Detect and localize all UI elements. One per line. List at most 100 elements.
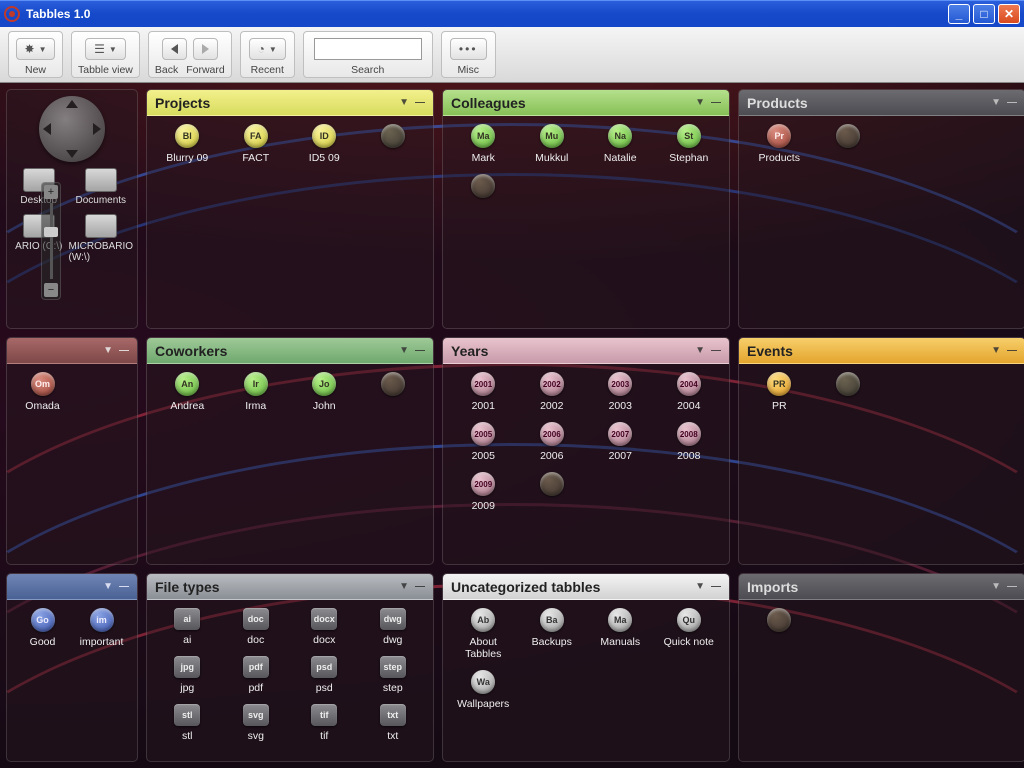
window-close-button[interactable]: ✕ bbox=[998, 4, 1020, 24]
tabble-add[interactable] bbox=[816, 124, 881, 164]
new-button[interactable]: ✸▼ bbox=[16, 38, 56, 60]
panel-header[interactable]: Events ▼ — bbox=[739, 338, 1024, 364]
tabble-item[interactable]: imimportant bbox=[74, 608, 129, 648]
tabble-item[interactable]: StStephan bbox=[657, 124, 722, 164]
tabble-item[interactable]: dwgdwg bbox=[361, 608, 426, 646]
zoom-slider[interactable]: + − bbox=[41, 182, 61, 300]
tabble-item[interactable]: PrProducts bbox=[747, 124, 812, 164]
tabble-item[interactable]: stlstl bbox=[155, 704, 220, 742]
back-button[interactable] bbox=[162, 38, 187, 60]
panel-header[interactable]: Years ▼ — bbox=[443, 338, 729, 364]
panel-header[interactable]: . ▼ — bbox=[7, 574, 137, 600]
panel-collapse-icon[interactable]: — bbox=[119, 581, 129, 592]
drive-w[interactable]: MICROBARIO (W:\) bbox=[69, 214, 133, 263]
panel-products: Products ▼ — PrProducts bbox=[738, 89, 1024, 329]
tabble-item[interactable]: 20012001 bbox=[451, 372, 516, 412]
zoom-out-button[interactable]: − bbox=[44, 283, 58, 297]
tabble-item[interactable]: aiai bbox=[155, 608, 220, 646]
tabble-item[interactable]: txttxt bbox=[361, 704, 426, 742]
panel-header[interactable]: . ▼ — bbox=[7, 338, 137, 364]
panel-menu-icon[interactable]: ▼ bbox=[399, 345, 409, 356]
panel-header[interactable]: Products ▼ — bbox=[739, 90, 1024, 116]
panel-menu-icon[interactable]: ▼ bbox=[103, 345, 113, 356]
tabble-item[interactable]: 20022002 bbox=[520, 372, 585, 412]
tabble-item[interactable]: docdoc bbox=[224, 608, 289, 646]
panel-menu-icon[interactable]: ▼ bbox=[991, 345, 1001, 356]
forward-button[interactable] bbox=[193, 38, 218, 60]
recent-button[interactable]: ◔▼ bbox=[249, 38, 286, 60]
zoom-in-button[interactable]: + bbox=[44, 185, 58, 199]
tabble-item[interactable]: stepstep bbox=[361, 656, 426, 694]
panel-collapse-icon[interactable]: — bbox=[711, 345, 721, 356]
panel-header[interactable]: Coworkers ▼ — bbox=[147, 338, 433, 364]
tabble-item[interactable]: OmOmada bbox=[15, 372, 70, 412]
toolbar-group-new: ✸▼ New bbox=[8, 31, 63, 78]
tabble-add[interactable] bbox=[361, 124, 426, 164]
tabble-item[interactable]: 20032003 bbox=[588, 372, 653, 412]
tabble-item[interactable]: MuMukkul bbox=[520, 124, 585, 164]
misc-button[interactable] bbox=[450, 38, 487, 60]
tabble-item[interactable]: GoGood bbox=[15, 608, 70, 648]
tabble-item[interactable]: psdpsd bbox=[292, 656, 357, 694]
tabble-view-button[interactable]: ☰▼ bbox=[85, 38, 126, 60]
panel-menu-icon[interactable]: ▼ bbox=[695, 345, 705, 356]
tabble-add[interactable] bbox=[816, 372, 881, 412]
tabble-item[interactable]: PRPR bbox=[747, 372, 812, 412]
panel-collapse-icon[interactable]: — bbox=[415, 581, 425, 592]
tabble-item[interactable]: svgsvg bbox=[224, 704, 289, 742]
panel-collapse-icon[interactable]: — bbox=[711, 97, 721, 108]
window-maximize-button[interactable]: □ bbox=[973, 4, 995, 24]
tabble-item[interactable]: 20062006 bbox=[520, 422, 585, 462]
panel-collapse-icon[interactable]: — bbox=[1007, 97, 1017, 108]
zoom-thumb[interactable] bbox=[44, 227, 58, 237]
tabble-item[interactable]: MaMark bbox=[451, 124, 516, 164]
panel-collapse-icon[interactable]: — bbox=[415, 97, 425, 108]
tabble-add[interactable] bbox=[451, 174, 516, 198]
panel-menu-icon[interactable]: ▼ bbox=[103, 581, 113, 592]
tabble-item[interactable]: NaNatalie bbox=[588, 124, 653, 164]
tabble-item[interactable]: WaWallpapers bbox=[451, 670, 516, 710]
panel-collapse-icon[interactable]: — bbox=[711, 581, 721, 592]
tabble-item[interactable]: IDID5 09 bbox=[292, 124, 357, 164]
panel-collapse-icon[interactable]: — bbox=[1007, 345, 1017, 356]
panel-header[interactable]: Projects ▼ — bbox=[147, 90, 433, 116]
tabble-add[interactable] bbox=[361, 372, 426, 412]
tabble-item[interactable]: JoJohn bbox=[292, 372, 357, 412]
tabble-add[interactable] bbox=[747, 608, 812, 632]
tabble-item[interactable]: AbAbout Tabbles bbox=[451, 608, 516, 660]
panel-collapse-icon[interactable]: — bbox=[119, 345, 129, 356]
drive-documents[interactable]: Documents bbox=[69, 168, 133, 206]
panel-menu-icon[interactable]: ▼ bbox=[991, 97, 1001, 108]
tabble-item[interactable]: 20072007 bbox=[588, 422, 653, 462]
tabble-item[interactable]: 20052005 bbox=[451, 422, 516, 462]
panel-collapse-icon[interactable]: — bbox=[1007, 581, 1017, 592]
tabble-item[interactable]: 20082008 bbox=[657, 422, 722, 462]
tabble-item[interactable]: pdfpdf bbox=[224, 656, 289, 694]
tabble-item[interactable]: tiftif bbox=[292, 704, 357, 742]
tabble-item[interactable]: 20092009 bbox=[451, 472, 516, 512]
tabble-item[interactable]: BaBackups bbox=[520, 608, 585, 660]
tabble-item[interactable]: FAFACT bbox=[224, 124, 289, 164]
tabble-item[interactable]: BlBlurry 09 bbox=[155, 124, 220, 164]
navigator-compass[interactable] bbox=[39, 96, 105, 162]
panel-header[interactable]: File types ▼ — bbox=[147, 574, 433, 600]
panel-menu-icon[interactable]: ▼ bbox=[991, 581, 1001, 592]
panel-header[interactable]: Colleagues ▼ — bbox=[443, 90, 729, 116]
tabble-item[interactable]: AnAndrea bbox=[155, 372, 220, 412]
tabble-item[interactable]: QuQuick note bbox=[657, 608, 722, 660]
panel-menu-icon[interactable]: ▼ bbox=[695, 581, 705, 592]
tabble-item[interactable]: IrIrma bbox=[224, 372, 289, 412]
search-input[interactable] bbox=[314, 38, 422, 60]
panel-menu-icon[interactable]: ▼ bbox=[399, 97, 409, 108]
tabble-add[interactable] bbox=[520, 472, 585, 512]
tabble-item[interactable]: MaManuals bbox=[588, 608, 653, 660]
window-minimize-button[interactable]: _ bbox=[948, 4, 970, 24]
tabble-item[interactable]: 20042004 bbox=[657, 372, 722, 412]
panel-header[interactable]: Imports ▼ — bbox=[739, 574, 1024, 600]
panel-menu-icon[interactable]: ▼ bbox=[399, 581, 409, 592]
panel-header[interactable]: Uncategorized tabbles ▼ — bbox=[443, 574, 729, 600]
panel-menu-icon[interactable]: ▼ bbox=[695, 97, 705, 108]
tabble-item[interactable]: jpgjpg bbox=[155, 656, 220, 694]
tabble-item[interactable]: docxdocx bbox=[292, 608, 357, 646]
panel-collapse-icon[interactable]: — bbox=[415, 345, 425, 356]
